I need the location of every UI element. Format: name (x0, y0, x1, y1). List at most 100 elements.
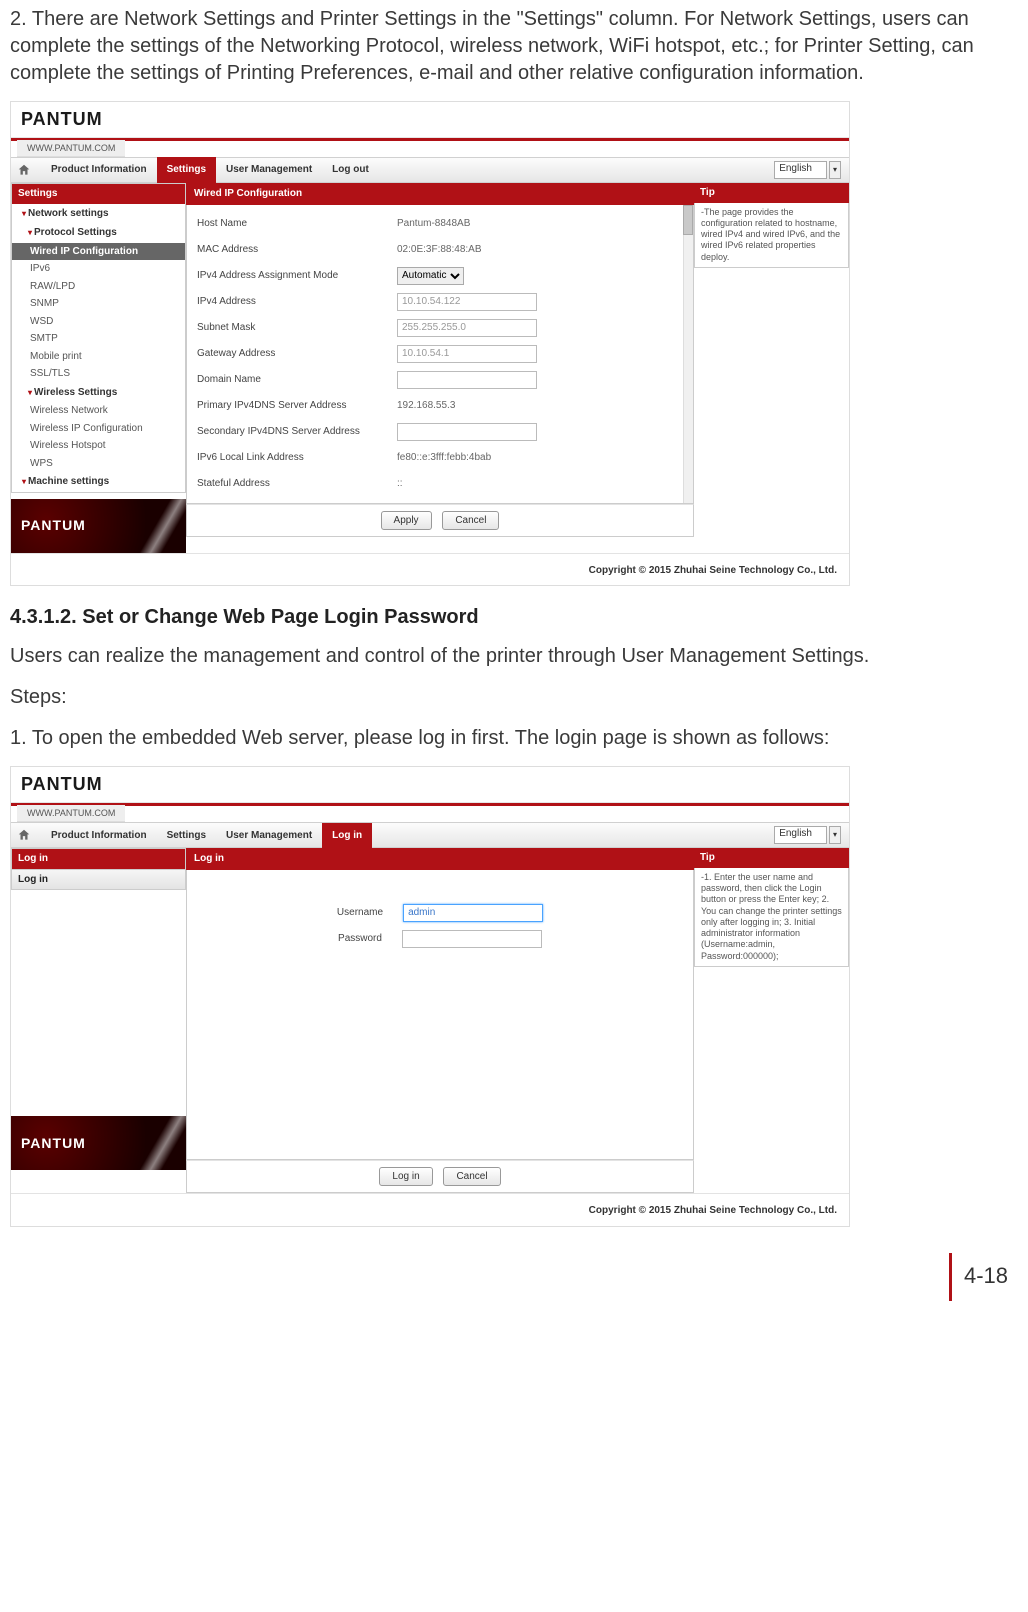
row-ipv6-local-link: IPv6 Local Link Address fe80::e:3fff:feb… (197, 445, 683, 471)
home-icon[interactable] (17, 163, 31, 177)
brand-redline-2 (11, 803, 849, 806)
nav-log-out[interactable]: Log out (322, 157, 379, 183)
sidebar-protocol-settings[interactable]: ▾Protocol Settings (12, 223, 185, 243)
nav-settings-2[interactable]: Settings (157, 823, 216, 849)
row-domain: Domain Name (197, 367, 683, 393)
label-primary-dns: Primary IPv4DNS Server Address (197, 399, 397, 413)
sidebar-item-snmp[interactable]: SNMP (12, 295, 185, 313)
brand-logo: PANTUM (21, 107, 103, 131)
tip-panel-2: Tip -1. Enter the user name and password… (694, 848, 849, 967)
row-password: Password (197, 926, 683, 952)
input-password[interactable] (402, 930, 542, 948)
steps-label: Steps: (10, 684, 1018, 711)
step-1: 1. To open the embedded Web server, plea… (10, 725, 1018, 752)
sidebar-item-mobile-print[interactable]: Mobile print (12, 348, 185, 366)
nav-product-info-2[interactable]: Product Information (41, 823, 157, 849)
label-domain: Domain Name (197, 373, 397, 387)
nav-product-info[interactable]: Product Information (41, 157, 157, 183)
label-gateway: Gateway Address (197, 347, 397, 361)
sidebar-item-wps[interactable]: WPS (12, 455, 185, 473)
sidebar-item-smtp[interactable]: SMTP (12, 330, 185, 348)
panel-body-2: Username Password (186, 870, 694, 1160)
sidebar-2: Log in Log in PANTUM (11, 848, 186, 1170)
brand-redline (11, 138, 849, 141)
language-selector-2[interactable]: English ▾ (774, 826, 841, 844)
nav-user-mgmt[interactable]: User Management (216, 157, 322, 183)
nav-log-in[interactable]: Log in (322, 823, 372, 849)
row-mac: MAC Address 02:0E:3F:88:48:AB (197, 237, 683, 263)
sidebar-item-wsd[interactable]: WSD (12, 313, 185, 331)
sidebar-network-settings[interactable]: ▾Network settings (12, 204, 185, 224)
button-row-2: Log in Cancel (186, 1160, 694, 1194)
copyright-footer-2: Copyright © 2015 Zhuhai Seine Technology… (11, 1193, 849, 1226)
input-domain[interactable] (397, 371, 537, 389)
panel-title-2: Log in (186, 848, 694, 870)
cancel-button[interactable]: Cancel (442, 511, 499, 531)
promo-banner: PANTUM (11, 499, 186, 553)
input-username[interactable] (403, 904, 543, 922)
promo-brand-2: PANTUM (21, 1134, 86, 1153)
screenshot-settings: PANTUM WWW.PANTUM.COM Product Informatio… (10, 101, 850, 586)
row-primary-dns: Primary IPv4DNS Server Address 192.168.5… (197, 393, 683, 419)
page-footer: 4-18 (10, 1257, 1018, 1297)
tip-header-2: Tip (694, 848, 849, 868)
input-secondary-dns[interactable] (397, 423, 537, 441)
sidebar-item-wireless-hotspot[interactable]: Wireless Hotspot (12, 437, 185, 455)
main-nav-2: Product Information Settings User Manage… (11, 822, 849, 848)
main-nav: Product Information Settings User Manage… (11, 157, 849, 183)
input-ipv4-addr[interactable] (397, 293, 537, 311)
label-ipv4-assign: IPv4 Address Assignment Mode (197, 269, 397, 283)
sidebar-machine-settings[interactable]: ▾Machine settings (12, 472, 185, 492)
row-subnet: Subnet Mask (197, 315, 683, 341)
panel-body: Host Name Pantum-8848AB MAC Address 02:0… (186, 205, 694, 504)
sidebar-wireless-settings[interactable]: ▾Wireless Settings (12, 383, 185, 403)
input-subnet[interactable] (397, 319, 537, 337)
language-value[interactable]: English (774, 161, 827, 179)
chevron-down-icon-2[interactable]: ▾ (829, 826, 841, 844)
nav-settings[interactable]: Settings (157, 157, 216, 183)
scrollbar-thumb[interactable] (683, 205, 693, 235)
sidebar-item-wireless-ip[interactable]: Wireless IP Configuration (12, 420, 185, 438)
value-mac: 02:0E:3F:88:48:AB (397, 243, 482, 257)
page-number: 4-18 (964, 1261, 1008, 1291)
home-icon-2[interactable] (17, 828, 31, 842)
language-value-2[interactable]: English (774, 826, 827, 844)
input-gateway[interactable] (397, 345, 537, 363)
nav-user-mgmt-2[interactable]: User Management (216, 823, 322, 849)
tip-body-2: -1. Enter the user name and password, th… (694, 868, 849, 967)
panel-title: Wired IP Configuration (186, 183, 694, 205)
screenshot-login: PANTUM WWW.PANTUM.COM Product Informatio… (10, 766, 850, 1227)
apply-button[interactable]: Apply (381, 511, 432, 531)
sidebar: Settings ▾Network settings ▾Protocol Set… (11, 183, 186, 553)
sidebar-item-ipv6[interactable]: IPv6 (12, 260, 185, 278)
login-button[interactable]: Log in (379, 1167, 432, 1187)
main-panel: Wired IP Configuration Host Name Pantum-… (186, 183, 694, 537)
cancel-button-2[interactable]: Cancel (443, 1167, 500, 1187)
row-ipv4-addr: IPv4 Address (197, 289, 683, 315)
sidebar-header-login: Log in (12, 849, 185, 869)
heading-4312: 4.3.1.2. Set or Change Web Page Login Pa… (10, 604, 1018, 631)
intro-paragraph: 2. There are Network Settings and Printe… (10, 6, 1018, 87)
scrollbar-track[interactable] (683, 205, 693, 503)
value-ipv6-local-link: fe80::e:3fff:febb:4bab (397, 451, 491, 465)
tip-body: -The page provides the configuration rel… (694, 203, 849, 268)
sidebar-item-ssl-tls[interactable]: SSL/TLS (12, 365, 185, 383)
language-selector[interactable]: English ▾ (774, 161, 841, 179)
row-gateway: Gateway Address (197, 341, 683, 367)
sidebar-item-wired-ip[interactable]: Wired IP Configuration (12, 243, 185, 261)
url-bar-2: WWW.PANTUM.COM (17, 805, 125, 822)
chevron-down-icon[interactable]: ▾ (829, 161, 841, 179)
brand-bar: PANTUM (11, 102, 849, 138)
row-ipv4-assign: IPv4 Address Assignment Mode Automatic (197, 263, 683, 289)
promo-brand: PANTUM (21, 516, 86, 535)
row-secondary-dns: Secondary IPv4DNS Server Address (197, 419, 683, 445)
sidebar-item-wireless-network[interactable]: Wireless Network (12, 402, 185, 420)
select-ipv4-assign[interactable]: Automatic (397, 267, 464, 285)
sidebar-item-login[interactable]: Log in (12, 869, 185, 890)
label-password: Password (338, 932, 382, 946)
brand-bar-2: PANTUM (11, 767, 849, 803)
sidebar-wireless-settings-label: Wireless Settings (34, 387, 117, 398)
sidebar-item-rawlpd[interactable]: RAW/LPD (12, 278, 185, 296)
value-primary-dns: 192.168.55.3 (397, 399, 455, 413)
url-bar: WWW.PANTUM.COM (17, 140, 125, 157)
